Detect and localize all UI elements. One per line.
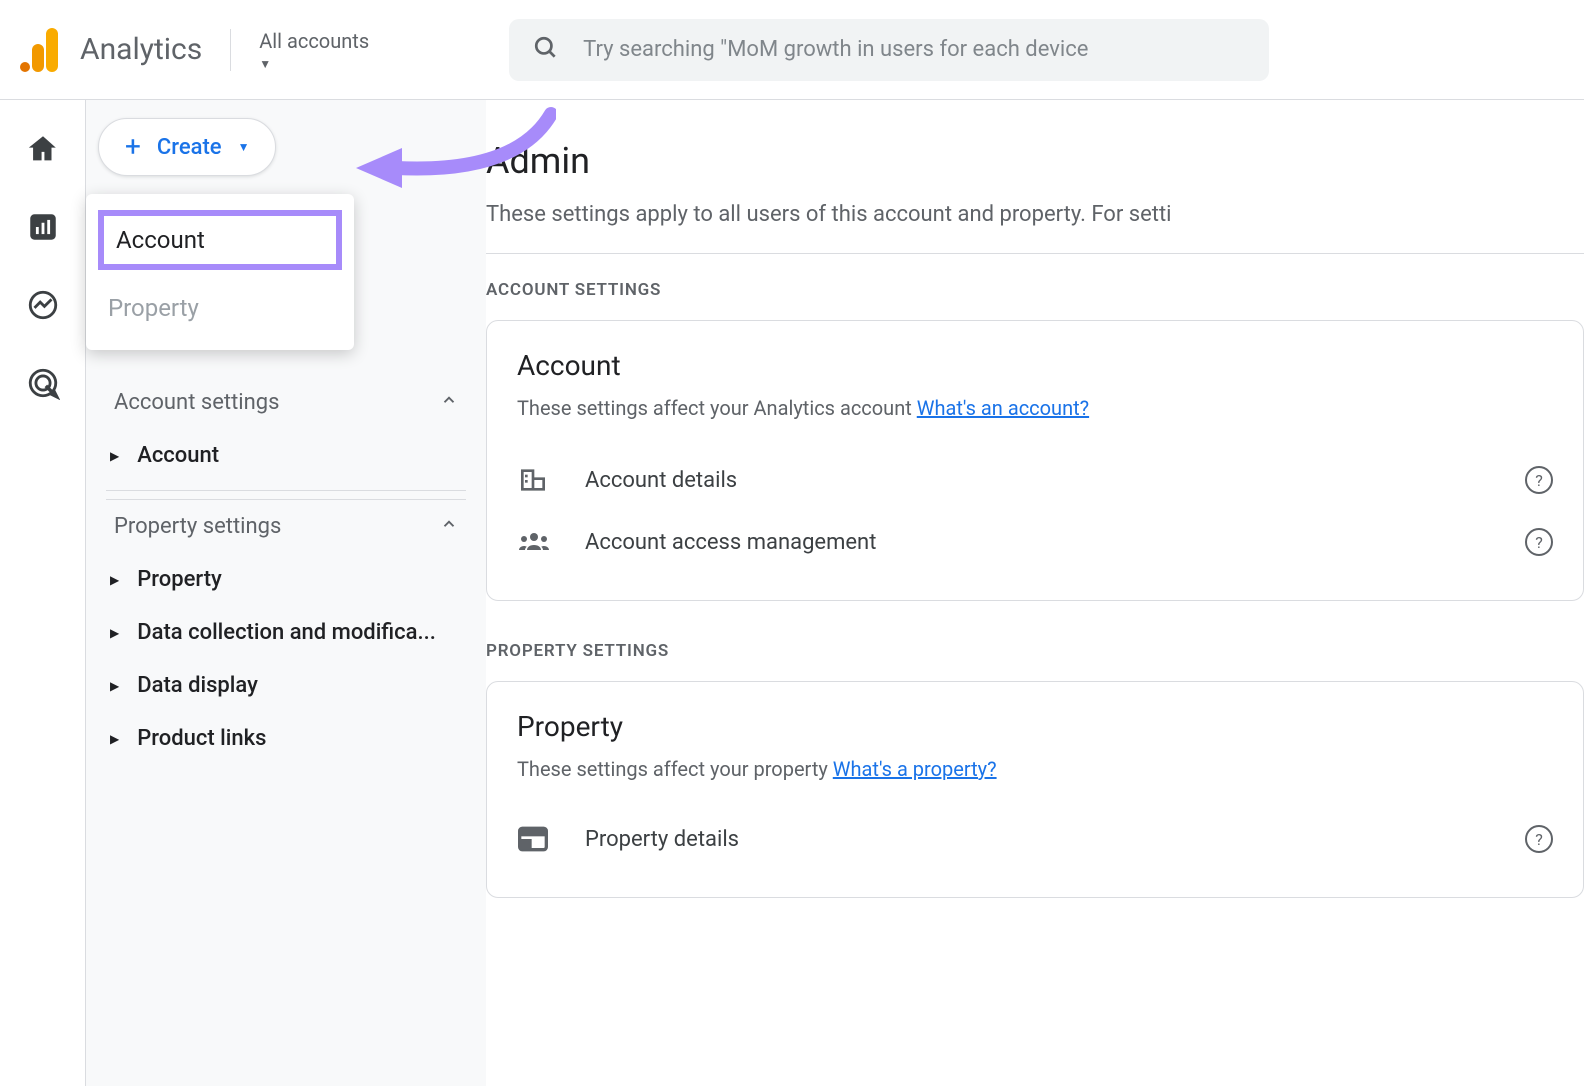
advertising-icon[interactable] <box>26 366 60 400</box>
app-header: Analytics All accounts ▼ Try searching "… <box>0 0 1584 100</box>
building-icon <box>517 464 557 496</box>
page-title: Admin <box>486 140 1584 182</box>
section-label-property: PROPERTY SETTINGS <box>486 641 1584 661</box>
caret-right-icon: ▶ <box>110 679 119 693</box>
account-card: Account These settings affect your Analy… <box>486 320 1584 601</box>
caret-right-icon: ▶ <box>110 732 119 746</box>
plus-icon: + <box>125 133 141 161</box>
property-card: Property These settings affect your prop… <box>486 681 1584 898</box>
property-card-title: Property <box>517 710 1553 743</box>
caret-right-icon: ▶ <box>110 626 119 640</box>
nav-item-property[interactable]: ▶ Property <box>106 553 466 606</box>
row-account-access[interactable]: Account access management ? <box>517 512 1553 572</box>
web-icon <box>517 825 557 853</box>
account-switcher-label: All accounts <box>259 29 369 53</box>
search-placeholder: Try searching "MoM growth in users for e… <box>583 37 1088 62</box>
create-button[interactable]: + Create ▼ <box>98 118 276 176</box>
chevron-up-icon <box>440 514 458 539</box>
main-content: Admin These settings apply to all users … <box>486 100 1584 1086</box>
property-card-desc: These settings affect your property What… <box>517 757 1553 781</box>
caret-down-icon: ▼ <box>259 57 369 71</box>
nav-rail <box>0 100 86 1086</box>
whats-a-property-link[interactable]: What's a property? <box>833 757 997 781</box>
section-label-account: ACCOUNT SETTINGS <box>486 280 1584 300</box>
search-input[interactable]: Try searching "MoM growth in users for e… <box>509 19 1269 81</box>
nav-item-data-display[interactable]: ▶ Data display <box>106 659 466 712</box>
nav-item-account[interactable]: ▶ Account <box>106 429 466 482</box>
search-icon <box>533 35 559 65</box>
help-icon[interactable]: ? <box>1525 528 1553 556</box>
nav-header-property-settings[interactable]: Property settings <box>106 499 466 553</box>
dropdown-item-property[interactable]: Property <box>86 276 354 340</box>
create-button-label: Create <box>157 135 222 160</box>
reports-icon[interactable] <box>26 210 60 244</box>
dropdown-item-account[interactable]: Account <box>98 210 342 270</box>
nav-item-data-collection[interactable]: ▶ Data collection and modifica... <box>106 606 466 659</box>
account-card-desc: These settings affect your Analytics acc… <box>517 396 1553 420</box>
account-switcher[interactable]: All accounts ▼ <box>230 29 369 71</box>
row-account-details[interactable]: Account details ? <box>517 448 1553 512</box>
help-icon[interactable]: ? <box>1525 466 1553 494</box>
annotation-arrow-icon <box>336 106 556 196</box>
chevron-up-icon <box>440 390 458 415</box>
page-subtitle: These settings apply to all users of thi… <box>486 202 1584 227</box>
logo[interactable]: Analytics <box>20 28 202 72</box>
help-icon[interactable]: ? <box>1525 825 1553 853</box>
caret-down-icon: ▼ <box>238 140 250 154</box>
whats-an-account-link[interactable]: What's an account? <box>917 396 1089 420</box>
home-icon[interactable] <box>26 132 60 166</box>
nav-item-product-links[interactable]: ▶ Product links <box>106 712 466 765</box>
caret-right-icon: ▶ <box>110 573 119 587</box>
product-name: Analytics <box>80 32 202 67</box>
explore-icon[interactable] <box>26 288 60 322</box>
row-property-details[interactable]: Property details ? <box>517 809 1553 869</box>
caret-right-icon: ▶ <box>110 449 119 463</box>
admin-left-pane: + Create ▼ Account Property Account sett… <box>86 100 486 1086</box>
settings-nav: Account settings ▶ Account Property sett… <box>98 376 474 765</box>
account-card-title: Account <box>517 349 1553 382</box>
nav-header-account-settings[interactable]: Account settings <box>106 376 466 429</box>
analytics-logo-icon <box>20 28 64 72</box>
people-icon <box>517 530 557 554</box>
create-dropdown: Account Property <box>86 194 354 350</box>
